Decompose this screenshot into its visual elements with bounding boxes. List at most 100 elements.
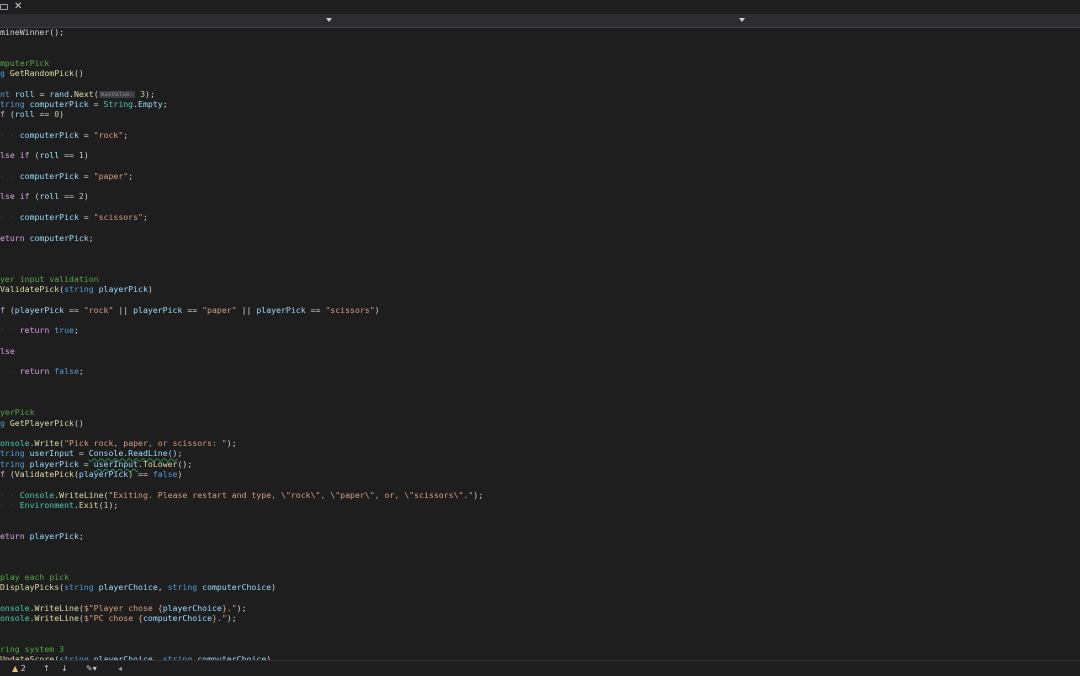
code-token: return — [19, 325, 55, 336]
previous-issue-button[interactable]: ↑ — [43, 661, 50, 676]
code-line[interactable]: · · computerPick = "paper"; — [0, 169, 133, 183]
code-token: Environment — [19, 499, 74, 510]
code-line[interactable]: · · return true; — [0, 323, 79, 337]
code-line[interactable]: g GetRandomPick() — [0, 66, 84, 80]
warning-icon: ▲ — [12, 664, 19, 673]
code-token: eturn — [0, 530, 30, 541]
code-line[interactable]: ValidatePick(string playerPick) — [0, 282, 153, 296]
code-token: false — [152, 469, 178, 480]
code-line[interactable]: · · computerPick = "rock"; — [0, 128, 128, 142]
code-token: GetRandomPick — [9, 68, 74, 79]
code-token: playerPick — [14, 304, 65, 315]
code-token: ) — [83, 150, 89, 161]
code-token: ValidatePick — [0, 284, 60, 294]
code-token: computerChoice — [202, 582, 272, 593]
chevron-down-icon[interactable] — [739, 18, 745, 22]
code-token: ) — [177, 469, 183, 480]
navigation-bar — [0, 14, 1080, 28]
code-token: ) — [83, 191, 89, 202]
code-token: ); — [236, 602, 247, 613]
code-token: roll — [39, 191, 60, 202]
code-token: ; — [73, 325, 79, 336]
code-token: }." — [212, 612, 227, 623]
code-line[interactable]: eturn playerPick; — [0, 529, 84, 543]
code-token: roll — [39, 150, 60, 161]
code-token: eturn — [0, 232, 30, 243]
code-token: ; — [78, 366, 84, 377]
code-token: ) — [271, 582, 277, 593]
code-token: f — [0, 469, 10, 480]
code-token: ); — [473, 489, 484, 500]
code-token: ; — [88, 232, 94, 243]
code-token: Empty — [138, 98, 163, 109]
code-token: || — [113, 304, 134, 315]
code-token: () — [73, 417, 84, 428]
code-token: () — [73, 68, 84, 79]
code-token: "paper" — [202, 304, 237, 315]
code-token: , — [157, 582, 168, 593]
code-token: "paper" — [93, 170, 129, 181]
code-token: String — [103, 98, 134, 109]
code-token: onsole — [0, 612, 30, 623]
document-tab[interactable]: ✕ — [0, 0, 22, 14]
code-line[interactable]: lse — [0, 344, 15, 358]
code-token: return — [19, 366, 55, 377]
code-line[interactable]: · · Environment.Exit(1); — [0, 498, 118, 512]
code-line[interactable]: f (ValidatePick(playerPick) == false) — [0, 467, 182, 481]
code-line[interactable]: lse if (roll == 1) — [0, 148, 89, 162]
code-token: GetPlayerPick — [9, 417, 74, 428]
code-line[interactable]: · · computerPick = "scissors"; — [0, 210, 148, 224]
code-editor[interactable]: mineWinner(); mputerPick g GetRandomPick()… — [0, 28, 1080, 660]
code-token: ; — [142, 212, 148, 223]
code-token: ; — [123, 129, 129, 140]
code-cleanup-button[interactable]: ✎▾ — [86, 661, 97, 676]
code-token: computerPick — [19, 170, 79, 181]
member-dropdown[interactable] — [336, 14, 746, 27]
code-token: ) — [147, 284, 153, 294]
next-issue-button[interactable]: ↓ — [61, 661, 68, 676]
code-line[interactable]: f (playerPick == "rock" || playerPick ==… — [0, 303, 380, 317]
code-line[interactable]: · · return false; — [0, 364, 84, 378]
pin-icon[interactable] — [0, 4, 8, 10]
code-token: "scissors" — [325, 304, 375, 315]
code-line[interactable]: f (roll == 0) — [0, 107, 64, 121]
code-token: string — [64, 582, 99, 593]
warning-count: 2 — [20, 664, 26, 673]
type-dropdown[interactable] — [0, 14, 333, 27]
code-token: ); — [226, 438, 237, 449]
document-tab-bar: ✕ — [0, 0, 1080, 14]
scroll-left-button[interactable]: ◂ — [118, 661, 122, 676]
code-line[interactable]: lse if (roll == 2) — [0, 189, 89, 203]
code-token: · · — [0, 325, 20, 336]
code-token: playerPick — [98, 284, 148, 294]
code-line[interactable]: mineWinner(); — [0, 28, 64, 39]
code-token: roll — [14, 109, 35, 120]
code-line[interactable]: g GetPlayerPick() — [0, 416, 84, 430]
code-line[interactable]: onsole.WriteLine($"PC chose {computerCho… — [0, 611, 237, 625]
code-token: · · — [0, 170, 20, 181]
close-icon[interactable]: ✕ — [14, 0, 22, 14]
code-token: computerPick — [19, 129, 79, 140]
code-token: playerPick — [78, 469, 129, 480]
code-token: lse if — [0, 150, 35, 161]
code-token: lse — [0, 345, 15, 356]
code-token: ValidatePick — [14, 469, 74, 480]
code-token: f — [0, 304, 10, 315]
code-token: "rock" — [83, 304, 114, 315]
code-token: DisplayPicks — [0, 582, 60, 593]
chevron-down-icon[interactable] — [326, 18, 332, 22]
warnings-indicator[interactable]: ▲ 2 — [12, 661, 26, 676]
code-token: ; — [78, 530, 84, 541]
code-token: "rock" — [93, 129, 124, 140]
code-token: string — [64, 284, 99, 294]
code-token: false — [54, 366, 79, 377]
code-line[interactable]: DisplayPicks(string playerChoice, string… — [0, 580, 276, 594]
code-token: = — [88, 98, 104, 109]
code-token: playerPick — [256, 304, 306, 315]
code-line[interactable]: eturn computerPick; — [0, 231, 94, 245]
code-token: true — [54, 325, 74, 336]
code-token: ) — [374, 304, 380, 315]
code-line[interactable]: UpdateScore(string playerChoice, string … — [0, 652, 271, 660]
code-token: = — [78, 129, 94, 140]
code-token: · · — [0, 366, 20, 377]
